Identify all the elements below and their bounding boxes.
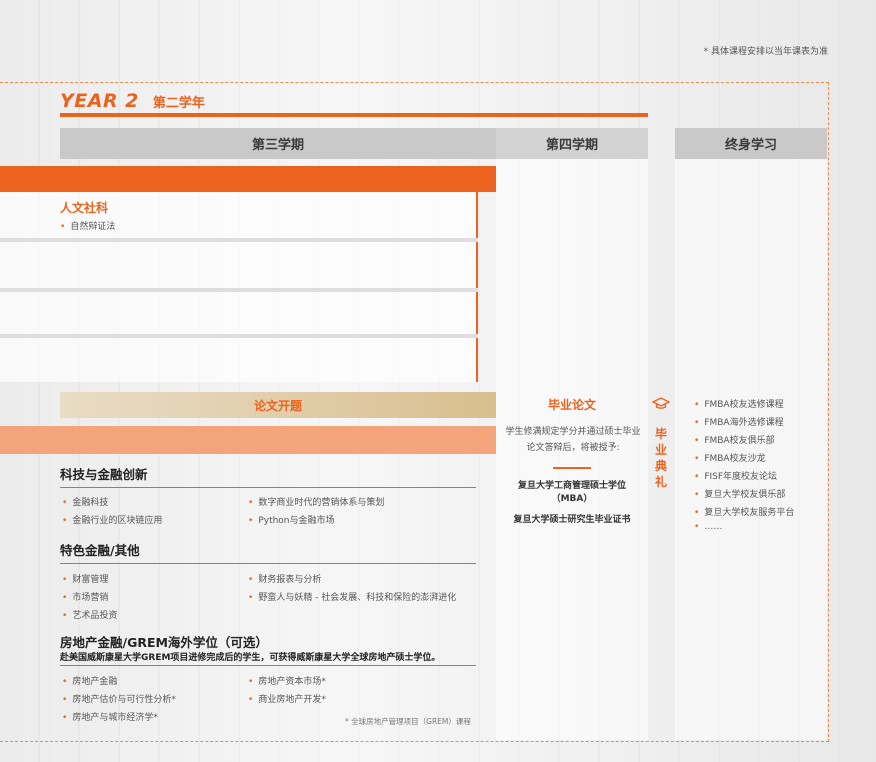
fintech-item: 金融行业的区块链应用 (62, 513, 162, 526)
thesis-description: 学生修满规定学分并通过硕士毕业论文答辩后，将被授予: (505, 427, 641, 453)
realestate-item: 商业房地产开发* (248, 692, 326, 705)
schedule-note: * 具体课程安排以当年课表为准 (703, 47, 828, 57)
special-item: 财富管理 (62, 572, 108, 585)
term3-orange-bar (0, 166, 496, 192)
orange-divider (476, 192, 478, 238)
lifelong-item: …… (694, 522, 722, 532)
graduation-ceremony-label: 毕 业 典 礼 (653, 426, 669, 490)
empty-row (0, 292, 476, 334)
grem-footnote: * 全球房地产管理项目（GREM）课程 (345, 717, 471, 726)
realestate-title: 房地产金融/GREM海外学位（可选） (60, 635, 268, 650)
fintech-item: 数字商业时代的营销体系与策划 (248, 495, 384, 508)
section-rule (60, 487, 476, 488)
header-term3: 第三学期 (60, 128, 496, 159)
header-term4: 第四学期 (496, 128, 648, 159)
lifelong-item: FISF年度校友论坛 (694, 469, 777, 482)
degree-mba: 复旦大学工商管理硕士学位（MBA） (517, 481, 626, 504)
grad-char: 毕 (654, 427, 667, 441)
grad-char: 典 (654, 459, 667, 473)
realestate-subtitle: 赴美国威斯康星大学GREM项目进修完成后的学生，可获得威斯康星大学全球房地产硕士… (60, 653, 441, 663)
degree-certificate: 复旦大学硕士研究生毕业证书 (513, 515, 631, 525)
special-item: 野蛮人与妖精 - 社会发展、科技和保险的澎湃进化 (248, 590, 456, 603)
lifelong-item: FMBA校友俱乐部 (694, 433, 774, 446)
empty-row (0, 242, 476, 288)
lifelong-item: 复旦大学校友服务平台 (694, 505, 794, 518)
orange-divider (476, 338, 478, 382)
orange-divider (476, 242, 478, 288)
orange-divider (476, 292, 478, 334)
section-rule (60, 665, 476, 666)
year-heading: YEAR 2 第二学年 (60, 90, 205, 112)
special-item: 艺术品投资 (62, 608, 117, 621)
lifelong-column (675, 159, 827, 740)
special-title: 特色金融/其他 (60, 543, 140, 558)
grad-char: 业 (654, 443, 667, 457)
realestate-item: 房地产资本市场* (248, 674, 326, 687)
thesis-rule (553, 467, 591, 469)
year-underline (60, 113, 648, 117)
fintech-item: 金融科技 (62, 495, 108, 508)
thesis-proposal-bar: 论文开题 (60, 392, 496, 418)
realestate-item: 房地产金融 (62, 674, 117, 687)
header-lifelong: 终身学习 (675, 128, 827, 159)
lifelong-item: FMBA校友选修课程 (694, 397, 783, 410)
graduation-cap-icon (652, 397, 670, 409)
salmon-bar (0, 426, 496, 454)
year-zh: 第二学年 (152, 96, 205, 111)
lifelong-item: FMBA校友沙龙 (694, 451, 765, 464)
fintech-title: 科技与金融创新 (60, 467, 148, 482)
special-item: 市场营销 (62, 590, 108, 603)
thesis-title: 毕业论文 (547, 398, 596, 412)
empty-row (0, 338, 476, 382)
lifelong-item: 复旦大学校友俱乐部 (694, 487, 785, 500)
special-item: 财务报表与分析 (248, 572, 321, 585)
section-rule (60, 563, 476, 564)
fintech-item: Python与金融市场 (248, 513, 334, 526)
grad-char: 礼 (654, 475, 667, 489)
year-en: YEAR 2 (60, 90, 139, 112)
lifelong-item: FMBA海外选修课程 (694, 415, 783, 428)
humanities-title: 人文社科 (60, 201, 109, 215)
humanities-item: 自然辩证法 (60, 219, 115, 232)
realestate-item: 房地产估价与可行性分析* (62, 692, 176, 705)
realestate-item: 房地产与城市经济学* (62, 710, 158, 723)
